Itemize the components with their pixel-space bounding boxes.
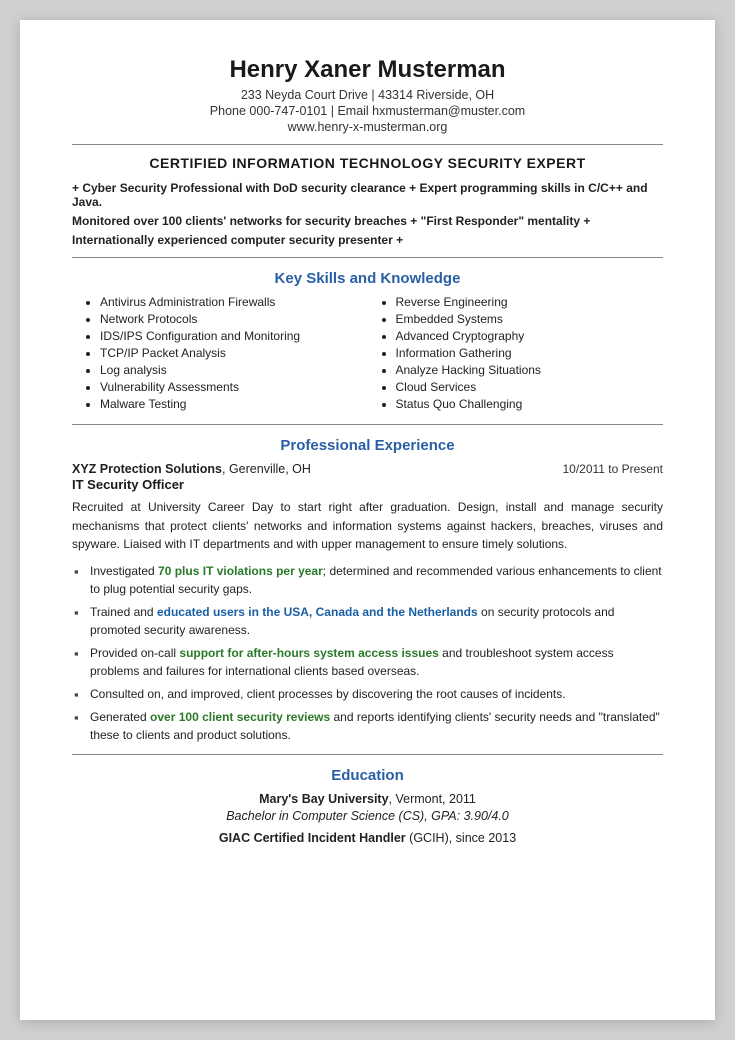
divider-3 [72,424,663,425]
edu-institution-line: Mary's Bay University, Vermont, 2011 [72,792,663,806]
education-block: Mary's Bay University, Vermont, 2011 Bac… [72,792,663,845]
skill-item: IDS/IPS Configuration and Monitoring [100,329,368,343]
header-contact: Phone 000-747-0101 | Email hxmusterman@m… [72,104,663,118]
skill-item: Log analysis [100,363,368,377]
bullet-item: Investigated 70 plus IT violations per y… [72,562,663,598]
job-title: IT Security Officer [72,477,663,492]
skills-left-col: Antivirus Administration Firewalls Netwo… [72,295,368,414]
cert-name: GIAC Certified Incident Handler [219,831,406,845]
resume-headline: Certified Information Technology Securit… [72,155,663,171]
skill-item: Antivirus Administration Firewalls [100,295,368,309]
bullet-item: Generated over 100 client security revie… [72,708,663,744]
edu-degree-line: Bachelor in Computer Science (CS), GPA: … [72,809,663,823]
skills-section-title: Key Skills and Knowledge [72,270,663,287]
edu-location-date: , Vermont, 2011 [389,792,476,806]
skills-right-col: Reverse Engineering Embedded Systems Adv… [368,295,664,414]
company-location: , Gerenville, OH [222,462,311,476]
summary-line-1: + Cyber Security Professional with DoD s… [72,181,663,209]
divider-1 [72,144,663,145]
job-description: Recruited at University Career Day to st… [72,498,663,554]
skill-item: Cloud Services [396,380,664,394]
bullet-item: Trained and educated users in the USA, C… [72,603,663,639]
highlight-reviews: over 100 client security reviews [150,710,330,724]
summary-line-3: Internationally experienced computer sec… [72,233,663,247]
education-section-title: Education [72,767,663,784]
skill-item: TCP/IP Packet Analysis [100,346,368,360]
job-header: XYZ Protection Solutions, Gerenville, OH… [72,462,663,476]
experience-section-title: Professional Experience [72,437,663,454]
divider-2 [72,257,663,258]
job-company: XYZ Protection Solutions, Gerenville, OH [72,462,311,476]
skill-item: Malware Testing [100,397,368,411]
skill-item: Information Gathering [396,346,664,360]
header-section: Henry Xaner Musterman 233 Neyda Court Dr… [72,56,663,134]
company-name: XYZ Protection Solutions [72,462,222,476]
skills-grid: Antivirus Administration Firewalls Netwo… [72,295,663,414]
resume-page: Henry Xaner Musterman 233 Neyda Court Dr… [20,20,715,1020]
divider-4 [72,754,663,755]
highlight-support: support for after-hours system access is… [179,646,438,660]
skill-item: Analyze Hacking Situations [396,363,664,377]
skill-item: Status Quo Challenging [396,397,664,411]
candidate-name: Henry Xaner Musterman [72,56,663,84]
skill-item: Embedded Systems [396,312,664,326]
university-name: Mary's Bay University [259,792,388,806]
skill-item: Vulnerability Assessments [100,380,368,394]
highlight-violations: 70 plus IT violations per year [158,564,323,578]
job-bullets: Investigated 70 plus IT violations per y… [72,562,663,744]
header-address: 233 Neyda Court Drive | 43314 Riverside,… [72,88,663,102]
certification-line: GIAC Certified Incident Handler (GCIH), … [72,831,663,845]
header-website: www.henry-x-musterman.org [72,120,663,134]
job-date: 10/2011 to Present [562,462,663,476]
highlight-users: educated users in the USA, Canada and th… [157,605,478,619]
skill-item: Advanced Cryptography [396,329,664,343]
summary-line-2: Monitored over 100 clients' networks for… [72,214,663,228]
bullet-item: Provided on-call support for after-hours… [72,644,663,680]
skill-item: Reverse Engineering [396,295,664,309]
skill-item: Network Protocols [100,312,368,326]
bullet-item: Consulted on, and improved, client proce… [72,685,663,703]
